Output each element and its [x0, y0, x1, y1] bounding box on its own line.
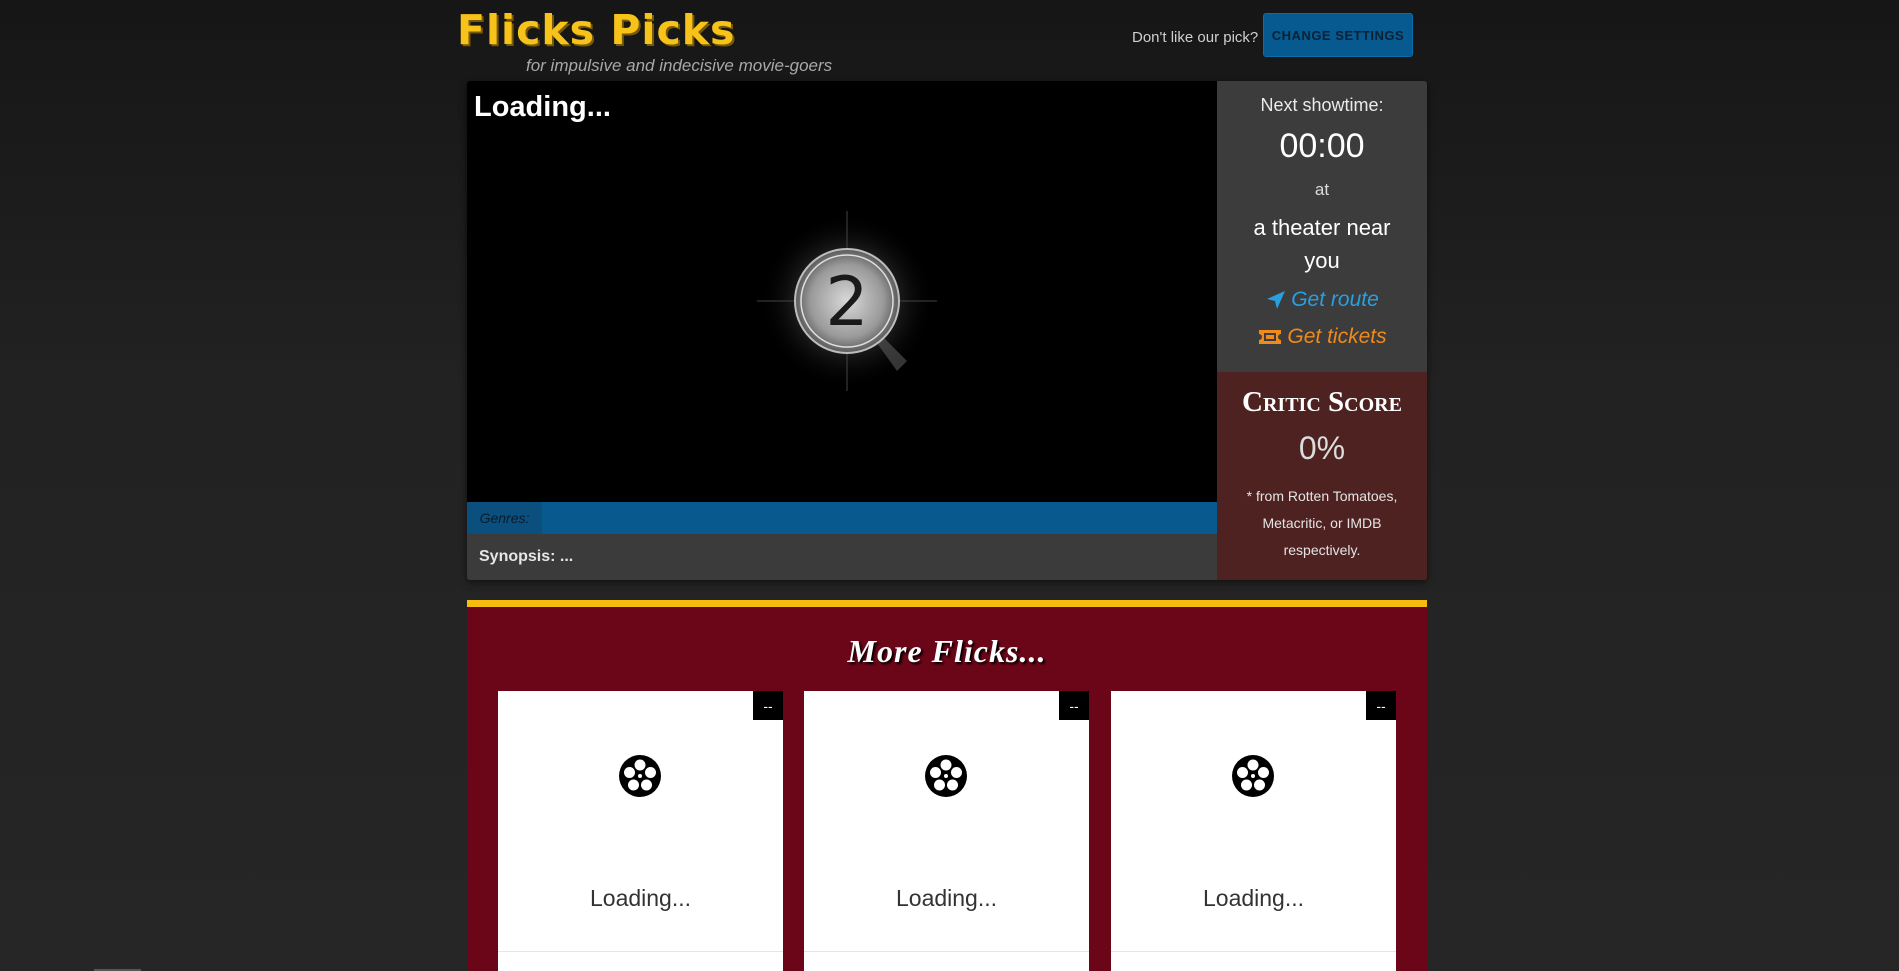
feature-title: Loading... — [474, 91, 611, 123]
card-title: Loading... — [895, 885, 998, 911]
genres-label: Genres: — [467, 502, 542, 534]
film-reel-icon — [925, 755, 967, 797]
card-title: Loading... — [589, 885, 692, 911]
critic-score-title: Critic Score — [1242, 386, 1402, 418]
showtime-box: Next showtime: 00:00 at a theater near y… — [1217, 81, 1427, 372]
genres-bar: Genres: — [467, 502, 1217, 534]
get-route-link[interactable]: Get route — [1217, 288, 1427, 312]
critic-score-box: Critic Score 0% * from Rotten Tomatoes, … — [1217, 372, 1427, 580]
movie-card[interactable]: -- Loading... — [498, 691, 783, 971]
dislike-text: Don't like our pick? — [1132, 29, 1259, 46]
card-title: Loading... — [1202, 885, 1305, 911]
showtime-at: at — [1314, 180, 1330, 199]
film-reel-icon — [619, 755, 661, 797]
card-badge: -- — [753, 691, 783, 720]
card-footer-divider — [1111, 951, 1396, 952]
change-settings-button[interactable]: CHANGE SETTINGS — [1263, 13, 1413, 57]
card-badge: -- — [1366, 691, 1396, 720]
page: Flicks Picks for impulsive and indecisiv… — [0, 0, 1899, 971]
location-arrow-icon — [1267, 291, 1286, 309]
movie-card[interactable]: -- Loading... — [804, 691, 1089, 971]
card-badge: -- — [1059, 691, 1089, 720]
theater-name: a theater near you — [1253, 215, 1391, 273]
tagline: for impulsive and indecisive movie-goers — [526, 56, 833, 75]
card-footer-divider — [498, 951, 783, 952]
film-reel-icon — [1232, 755, 1274, 797]
countdown-number: 2 — [825, 263, 868, 342]
critic-score-value: 0% — [1298, 430, 1346, 466]
showtime-label: Next showtime: — [1260, 95, 1384, 115]
get-tickets-label: Get tickets — [1287, 325, 1387, 348]
more-flicks-divider — [467, 600, 1427, 607]
more-flicks-section: More Flicks... -- Loading... -- Loading.… — [467, 607, 1427, 971]
synopsis: Synopsis: ... — [467, 534, 1217, 580]
critic-score-note: * from Rotten Tomatoes, Metacritic, or I… — [1246, 488, 1398, 558]
card-footer-divider — [804, 951, 1089, 952]
get-tickets-link[interactable]: Get tickets — [1217, 325, 1427, 349]
ticket-icon — [1259, 330, 1282, 344]
brand-logo[interactable]: Flicks Picks — [457, 4, 735, 56]
feature-panel: Loading... 2 Genres: Synopsis: ... Next … — [467, 81, 1427, 580]
more-flicks-title: More Flicks... — [847, 633, 1047, 669]
movie-card[interactable]: -- Loading... — [1111, 691, 1396, 971]
film-countdown-image: 2 — [757, 211, 937, 391]
feature-poster: Loading... 2 — [467, 81, 1217, 502]
showtime-time: 00:00 — [1279, 127, 1365, 165]
get-route-label: Get route — [1291, 288, 1379, 311]
